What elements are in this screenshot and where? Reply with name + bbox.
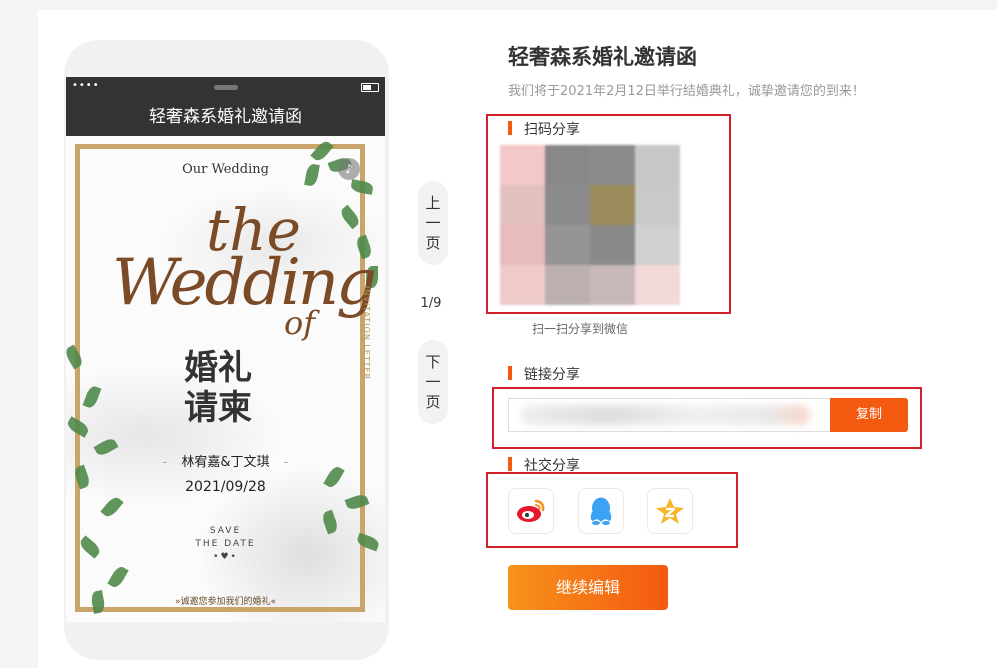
prev-char-2: 一 — [425, 214, 441, 232]
phone-title: 轻奢森系婚礼邀请函 — [66, 99, 385, 136]
battery-icon — [361, 83, 379, 92]
qr-caption: 扫一扫分享到微信 — [532, 322, 629, 336]
qr-cell — [590, 225, 635, 265]
prev-char-1: 上 — [425, 194, 441, 212]
qr-cell — [590, 265, 635, 305]
bottom-invite-text: »诚邀您参加我们的婚礼« — [174, 597, 276, 607]
share-weibo-button[interactable] — [508, 488, 554, 534]
share-qzone-button[interactable] — [647, 488, 693, 534]
prev-page-button[interactable]: 上 一 页 — [418, 181, 448, 265]
next-char-3: 页 — [425, 393, 441, 411]
couple-names-text: 林宥嘉&丁文琪 — [181, 455, 270, 470]
save-the-date: SAVE THE DATE •♥• — [66, 525, 385, 564]
qr-cell — [635, 145, 680, 185]
card-cn-title-line2: 请柬 — [184, 388, 252, 428]
section-title-link: 链接分享 — [508, 364, 580, 384]
qq-icon — [590, 497, 612, 525]
heart-icon: •♥• — [213, 552, 238, 562]
our-wedding-text: Our Wedding — [182, 162, 269, 177]
qr-cell — [500, 145, 545, 185]
couple-names: - 林宥嘉&丁文琪 - — [66, 451, 385, 470]
dash-right: - — [283, 455, 289, 470]
script-of: of — [284, 304, 316, 342]
qr-cell — [500, 225, 545, 265]
next-char-1: 下 — [425, 353, 441, 371]
qzone-icon — [656, 498, 684, 524]
card-cn-title-line1: 婚礼 — [184, 348, 252, 388]
qr-cell — [590, 145, 635, 185]
section-title-qr: 扫码分享 — [508, 119, 580, 139]
save-line-1: SAVE — [209, 526, 242, 536]
weibo-icon — [517, 499, 545, 522]
page-title: 轻奢森系婚礼邀请函 — [508, 45, 697, 69]
share-link-blurred-text — [520, 405, 810, 425]
page-subtitle: 我们将于2021年2月12日举行结婚典礼，诚挚邀请您的到来！ — [508, 84, 865, 99]
qr-cell — [500, 185, 545, 225]
prev-char-3: 页 — [425, 234, 441, 252]
invitation-card[interactable]: ♪ Our Wedding the Wedding of 婚礼 请柬 - 林宥嘉… — [66, 136, 385, 622]
card-cn-title: 婚礼 请柬 — [184, 348, 252, 428]
speaker-notch — [214, 85, 238, 90]
save-line-2: THE DATE — [195, 539, 256, 549]
dash-left: - — [162, 455, 168, 470]
wedding-date: 2021/09/28 — [185, 479, 266, 495]
status-bar: •••• — [66, 77, 385, 99]
page-indicator: 1/9 — [420, 296, 442, 311]
copy-button[interactable]: 复制 — [830, 398, 908, 432]
qr-cell — [590, 185, 635, 225]
qr-cell — [545, 225, 590, 265]
qr-cell — [635, 225, 680, 265]
qr-code — [500, 145, 680, 305]
qr-cell — [635, 185, 680, 225]
qr-cell — [545, 265, 590, 305]
share-qq-button[interactable] — [578, 488, 624, 534]
phone-screen: •••• 轻奢森系婚礼邀请函 ♪ Our Wedding the Wedding… — [66, 77, 385, 622]
next-char-2: 一 — [425, 373, 441, 391]
continue-edit-button[interactable]: 继续编辑 — [508, 565, 668, 610]
signal-icon: •••• — [72, 80, 100, 91]
qr-cell — [500, 265, 545, 305]
script-wedding: Wedding — [112, 246, 377, 320]
invitation-letter-text: INVITATION LETTER — [362, 286, 371, 381]
qr-cell — [545, 145, 590, 185]
qr-cell — [635, 265, 680, 305]
next-page-button[interactable]: 下 一 页 — [418, 340, 448, 424]
qr-cell — [545, 185, 590, 225]
